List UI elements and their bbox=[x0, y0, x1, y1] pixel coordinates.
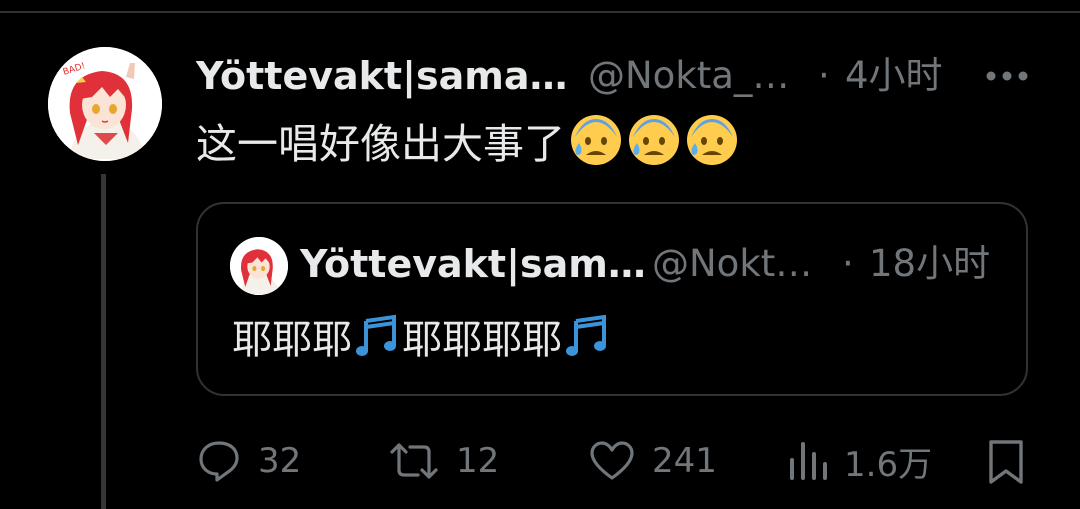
musical-notes-emoji-icon bbox=[354, 313, 400, 359]
tweet-text: 这一唱好像出大事了 bbox=[196, 112, 739, 168]
anxious-face-emoji-icon bbox=[569, 113, 623, 167]
quoted-text-part1: 耶耶耶 bbox=[232, 317, 352, 363]
bookmark-button[interactable] bbox=[986, 438, 1026, 490]
top-divider bbox=[0, 11, 1080, 13]
quoted-timestamp[interactable]: 18小时 bbox=[869, 240, 990, 288]
separator-dot: · bbox=[842, 242, 854, 285]
reply-icon bbox=[199, 441, 239, 482]
more-dots-icon bbox=[986, 71, 1028, 81]
more-options-button[interactable] bbox=[985, 64, 1029, 88]
bookmark-icon bbox=[989, 440, 1023, 484]
retweet-button[interactable]: 12 bbox=[388, 436, 499, 486]
author-avatar[interactable]: BAD! bbox=[48, 47, 162, 161]
tweet-timestamp[interactable]: 4小时 bbox=[845, 52, 943, 100]
reply-count: 32 bbox=[258, 441, 302, 481]
retweet-count: 12 bbox=[456, 441, 500, 481]
reply-button[interactable]: 32 bbox=[196, 436, 301, 486]
quoted-tweet-card[interactable] bbox=[196, 202, 1028, 396]
views-chart-icon bbox=[790, 442, 827, 480]
like-count: 241 bbox=[652, 441, 717, 481]
thread-line bbox=[101, 174, 106, 509]
retweet-icon bbox=[390, 443, 438, 479]
anxious-face-emoji-icon bbox=[627, 113, 681, 167]
author-handle[interactable]: @Nokta_… bbox=[588, 52, 789, 100]
quoted-author-name[interactable]: Yöttevakt|sam… bbox=[300, 240, 646, 288]
quoted-text-part2: 耶耶耶耶 bbox=[402, 317, 562, 363]
anxious-face-emoji-icon bbox=[685, 113, 739, 167]
like-button[interactable]: 241 bbox=[588, 436, 717, 486]
separator-dot: · bbox=[818, 54, 830, 97]
views-button[interactable]: 1.6万 bbox=[788, 436, 932, 486]
musical-notes-emoji-icon bbox=[564, 313, 610, 359]
tweet-body: 这一唱好像出大事了 bbox=[196, 120, 565, 168]
views-count: 1.6万 bbox=[844, 444, 933, 485]
anime-girl-avatar-icon bbox=[230, 237, 288, 295]
quoted-author-handle[interactable]: @Nokt… bbox=[652, 240, 812, 288]
anime-girl-avatar-icon: BAD! bbox=[48, 47, 162, 161]
quoted-tweet-text: 耶耶耶 耶耶耶耶 bbox=[232, 308, 612, 364]
author-name[interactable]: Yöttevakt|sama… bbox=[196, 52, 567, 100]
quoted-author-avatar[interactable] bbox=[230, 237, 288, 295]
heart-icon bbox=[590, 441, 634, 480]
